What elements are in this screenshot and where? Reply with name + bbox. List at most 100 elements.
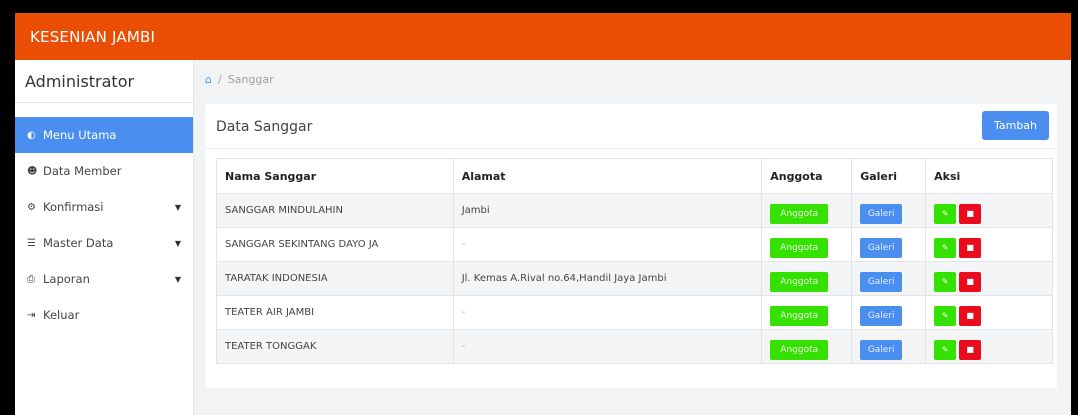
galeri-button[interactable]: Galeri	[860, 203, 903, 224]
sidebar-item-menu-utama[interactable]: ◐ Menu Utama	[15, 117, 193, 153]
data-card: Data Sanggar Tambah Nama Sanggar Alamat …	[205, 104, 1057, 388]
edit-icon: ✎	[941, 243, 949, 252]
sidebar-item-laporan[interactable]: ⎙ Laporan ▼	[15, 261, 193, 297]
delete-button[interactable]: ■	[959, 271, 982, 292]
users-icon: ☻	[27, 165, 38, 177]
edit-icon: ✎	[941, 277, 949, 286]
gear-icon: ⚙	[27, 201, 36, 213]
edit-button[interactable]: ✎	[934, 237, 957, 258]
sidebar-user-name: Administrator	[15, 60, 193, 103]
trash-icon: ■	[966, 243, 974, 252]
app-title[interactable]: KESENIAN JAMBI	[30, 28, 155, 46]
trash-icon: ■	[966, 311, 974, 320]
galeri-button[interactable]: Galeri	[860, 237, 903, 258]
sidebar-item-master-data[interactable]: ☰ Master Data ▼	[15, 225, 193, 261]
table-row: SANGGAR MINDULAHIN Jambi Anggota Galeri ✎ ■	[216, 193, 1053, 228]
edit-icon: ✎	[941, 345, 949, 354]
cell-anggota: Anggota	[761, 261, 853, 296]
delete-button[interactable]: ■	[959, 237, 982, 258]
dashboard-icon: ◐	[27, 129, 36, 141]
card-divider	[205, 148, 1057, 149]
sidebar-menu: ◐ Menu Utama ☻ Data Member ⚙ Konfirmasi ▼ ☰ Mast…	[15, 117, 193, 333]
anggota-button[interactable]: Anggota	[770, 203, 829, 224]
breadcrumb: ⌂ / Sanggar	[205, 69, 1059, 89]
app-frame: KESENIAN JAMBI Administrator ◐ Menu Utama…	[15, 13, 1071, 415]
edit-button[interactable]: ✎	[934, 339, 957, 360]
cell-aksi: ✎ ■	[925, 193, 1053, 228]
edit-icon: ✎	[941, 311, 949, 320]
sidebar: Administrator ◐ Menu Utama ☻ Data Member ⚙ Ko…	[15, 60, 194, 415]
caret-down-icon: ▼	[174, 274, 181, 284]
table-row: TEATER AIR JAMBI - Anggota Galeri ✎ ■	[216, 295, 1053, 330]
delete-button[interactable]: ■	[959, 339, 982, 360]
sidebar-item-label: Data Member	[43, 164, 122, 178]
trash-icon: ■	[966, 345, 974, 354]
table-row: TARATAK INDONESIA Jl. Kemas A.Rival no.64…	[216, 261, 1053, 296]
delete-button[interactable]: ■	[959, 305, 982, 326]
header-nama-sanggar: Nama Sanggar	[216, 158, 454, 194]
cell-galeri: Galeri	[851, 193, 927, 228]
cell-alamat: -	[452, 295, 763, 330]
anggota-button[interactable]: Anggota	[770, 339, 829, 360]
header-galeri: Galeri	[851, 158, 927, 194]
edit-button[interactable]: ✎	[934, 203, 957, 224]
anggota-button[interactable]: Anggota	[770, 271, 829, 292]
cell-aksi: ✎ ■	[925, 261, 1053, 296]
galeri-button[interactable]: Galeri	[860, 305, 903, 326]
sidebar-item-konfirmasi[interactable]: ⚙ Konfirmasi ▼	[15, 189, 193, 225]
cell-nama-sanggar: SANGGAR SEKINTANG DAYO JA	[216, 227, 454, 262]
header-aksi: Aksi	[925, 158, 1053, 194]
main-content: ⌂ / Sanggar Data Sanggar Tambah Nama San…	[193, 60, 1071, 415]
cell-anggota: Anggota	[761, 329, 853, 364]
sidebar-item-label: Menu Utama	[43, 128, 117, 142]
sidebar-item-label: Laporan	[43, 272, 90, 286]
database-icon: ☰	[27, 237, 36, 249]
cell-alamat: -	[452, 227, 763, 262]
table-row: TEATER TONGGAK - Anggota Galeri ✎ ■	[216, 329, 1053, 364]
cell-galeri: Galeri	[851, 295, 927, 330]
table-header-row: Nama Sanggar Alamat Anggota Galeri Aksi	[216, 158, 1053, 194]
sidebar-item-keluar[interactable]: ⇥ Keluar	[15, 297, 193, 333]
home-icon[interactable]: ⌂	[205, 73, 212, 86]
table-row: SANGGAR SEKINTANG DAYO JA - Anggota Galeri ✎…	[216, 227, 1053, 262]
galeri-button[interactable]: Galeri	[860, 271, 903, 292]
caret-down-icon: ▼	[174, 238, 181, 248]
cell-alamat: Jambi	[452, 193, 763, 228]
trash-icon: ■	[966, 277, 974, 286]
edit-button[interactable]: ✎	[934, 271, 957, 292]
anggota-button[interactable]: Anggota	[770, 237, 829, 258]
card-title: Data Sanggar	[216, 119, 313, 135]
breadcrumb-current: Sanggar	[227, 72, 274, 86]
sidebar-item-label: Konfirmasi	[43, 200, 104, 214]
header-alamat: Alamat	[452, 158, 763, 194]
cell-anggota: Anggota	[761, 295, 853, 330]
cell-alamat: -	[452, 329, 763, 364]
cell-nama-sanggar: TEATER AIR JAMBI	[216, 295, 454, 330]
cell-alamat: Jl. Kemas A.Rival no.64,Handil Jaya Jamb…	[452, 261, 763, 296]
sidebar-item-label: Master Data	[43, 236, 114, 250]
cell-aksi: ✎ ■	[925, 295, 1053, 330]
trash-icon: ■	[966, 209, 974, 218]
print-icon: ⎙	[27, 273, 35, 285]
sign-out-icon: ⇥	[27, 309, 36, 321]
top-navbar: KESENIAN JAMBI	[15, 13, 1071, 60]
sidebar-item-data-member[interactable]: ☻ Data Member	[15, 153, 193, 189]
cell-nama-sanggar: SANGGAR MINDULAHIN	[216, 193, 454, 228]
edit-button[interactable]: ✎	[934, 305, 957, 326]
header-anggota: Anggota	[761, 158, 853, 194]
galeri-button[interactable]: Galeri	[860, 339, 903, 360]
delete-button[interactable]: ■	[959, 203, 982, 224]
cell-galeri: Galeri	[851, 261, 927, 296]
cell-galeri: Galeri	[851, 329, 927, 364]
sanggar-table: Nama Sanggar Alamat Anggota Galeri Aksi …	[216, 158, 1053, 364]
cell-nama-sanggar: TEATER TONGGAK	[216, 329, 454, 364]
sidebar-item-label: Keluar	[43, 308, 80, 322]
add-button[interactable]: Tambah	[982, 111, 1049, 140]
anggota-button[interactable]: Anggota	[770, 305, 829, 326]
cell-anggota: Anggota	[761, 227, 853, 262]
cell-aksi: ✎ ■	[925, 329, 1053, 364]
cell-anggota: Anggota	[761, 193, 853, 228]
cell-nama-sanggar: TARATAK INDONESIA	[216, 261, 454, 296]
cell-galeri: Galeri	[851, 227, 927, 262]
cell-aksi: ✎ ■	[925, 227, 1053, 262]
